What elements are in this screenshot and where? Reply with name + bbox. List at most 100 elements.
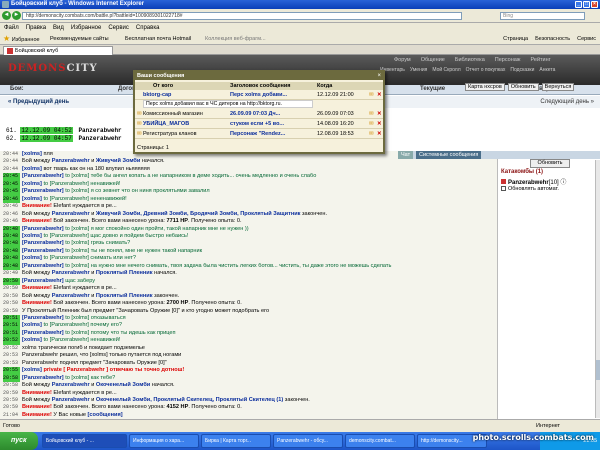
taskbar-item[interactable]: Бойцовский клуб - ... — [42, 434, 127, 448]
next-day-link[interactable]: Следующий день » — [540, 99, 594, 105]
nav-library[interactable]: Библиотека — [455, 57, 485, 63]
nav-scroll[interactable]: Мой Скролл — [432, 67, 460, 73]
chat-username[interactable]: [xolms] — [22, 233, 42, 239]
fav-link-hotmail[interactable]: Бесплатная почта Hotmail — [125, 33, 191, 45]
forward-button[interactable]: ► — [12, 11, 21, 20]
chat-username[interactable]: Panzerabwehr — [52, 397, 90, 403]
close-button[interactable]: × — [591, 1, 598, 8]
nav-chat[interactable]: Общение — [421, 57, 445, 63]
envelope-icon[interactable]: ✉ — [369, 110, 374, 119]
chat-username[interactable]: [сообщения] — [88, 412, 123, 418]
chat-username[interactable]: [Panzerabwehr] — [22, 173, 64, 179]
chat-username[interactable]: Panzerabwehr — [52, 293, 90, 299]
menu-edit[interactable]: Правка — [26, 25, 46, 31]
game-logo[interactable]: DEMONSCITY — [8, 63, 98, 74]
chat-username[interactable]: [xolms] — [22, 166, 42, 172]
chat-username[interactable]: Проклятый Пленник — [96, 270, 153, 276]
chat-username[interactable]: [Panzerabwehr] — [22, 315, 64, 321]
chat-username[interactable]: Panzerabwehr — [52, 382, 90, 388]
page-menu[interactable]: Страница — [503, 36, 528, 42]
message-row[interactable]: ✉ УБИЙЦА_МАГОВ стуком если +5 во... 14.0… — [135, 120, 383, 129]
chat-timestamp[interactable]: 20:45 — [3, 173, 20, 181]
chat-username[interactable]: [xolms] — [22, 151, 42, 157]
chat-scrollbar[interactable] — [595, 160, 600, 418]
chat-username[interactable]: Живучий Зомби, Древний Зомби, Бродячий З… — [96, 211, 301, 217]
message-row[interactable]: ✉ Регистратура кланов Персонаж "Rendez..… — [135, 130, 383, 139]
chat-username[interactable]: Живучий Зомби — [96, 158, 140, 164]
menu-file[interactable]: Файл — [4, 25, 19, 31]
player-entry[interactable]: Panzerabwehr[10] ⓘ — [501, 177, 566, 186]
chat-username[interactable]: [xolms] — [22, 181, 42, 187]
menu-tools[interactable]: Сервис — [108, 25, 129, 31]
taskbar-item[interactable]: demonscity.combat... — [345, 434, 415, 448]
chat-username[interactable]: [Panzerabwehr] — [22, 375, 64, 381]
chat-timestamp[interactable]: 20:55 — [3, 367, 20, 375]
minimize-button[interactable]: _ — [575, 1, 582, 8]
chat-username[interactable]: [xolms] — [22, 255, 42, 261]
prev-day-link[interactable]: « Предыдущий день — [8, 99, 69, 105]
chat-username[interactable]: [xolms] — [22, 322, 42, 328]
nav-purchases[interactable]: Отчет о покупках — [466, 67, 506, 73]
return-button[interactable]: Вернуться — [541, 83, 575, 91]
taskbar-item[interactable]: Бирка | Карта торг... — [201, 434, 271, 448]
chat-timestamp[interactable]: 20:50 — [3, 277, 20, 286]
chat-username[interactable]: [xolms] — [22, 367, 42, 373]
nav-rating[interactable]: Рейтинг — [530, 57, 550, 63]
chat-username[interactable]: Panzerabwehr — [52, 270, 90, 276]
chat-timestamp[interactable]: 20:48 — [3, 262, 20, 271]
nav-skills[interactable]: Умения — [410, 67, 427, 73]
maximize-button[interactable]: □ — [583, 1, 590, 8]
message-row[interactable]: ✉ Комиссионный магазин 26.09.09 07:03 Дч… — [135, 110, 383, 119]
popup-close-icon[interactable]: × — [377, 72, 381, 80]
chat-username[interactable]: [xolms] — [22, 337, 42, 343]
map-button[interactable]: Карта нхсров — [465, 83, 505, 91]
delete-icon[interactable]: ✕ — [377, 130, 382, 139]
message-row[interactable]: bktorg-cap Перс xolms добави... 12.12.09… — [135, 91, 383, 100]
tab-chat[interactable]: Чат — [398, 151, 414, 159]
chat-username[interactable]: Проклятый Пленник — [96, 293, 153, 299]
chat-timestamp[interactable]: 20:58 — [3, 374, 20, 383]
tab-system-messages[interactable]: Системные сообщения — [416, 151, 482, 159]
tab-fightclub[interactable]: Бойцовский клуб — [3, 46, 113, 55]
refresh-button[interactable]: Обновить — [530, 159, 570, 168]
chat-timestamp[interactable]: 20:48 — [3, 247, 20, 256]
address-input[interactable]: http://demonscity.combats.com/battle.pl?… — [22, 12, 462, 20]
chat-timestamp[interactable]: 20:48 — [3, 240, 20, 248]
scroll-thumb[interactable] — [596, 360, 600, 380]
fav-link-recommended[interactable]: Рекомендуемые сайты — [50, 33, 109, 45]
info-icon[interactable]: ⓘ — [560, 180, 566, 186]
start-button[interactable]: пуск — [0, 432, 38, 450]
chat-username[interactable]: Panzerabwehr — [52, 211, 90, 217]
chat-username[interactable]: [Panzerabwehr] — [22, 188, 64, 194]
chat-username[interactable]: [Panzerabwehr] — [22, 248, 64, 254]
battles-current[interactable]: Текущие — [420, 86, 445, 92]
chat-timestamp[interactable]: 20:48 — [3, 225, 20, 233]
chat-timestamp[interactable]: 20:45 — [3, 188, 20, 196]
nav-profile[interactable]: Анкета — [539, 67, 555, 73]
back-button[interactable]: ◄ — [2, 11, 11, 20]
taskbar-item[interactable]: Panzerabwehr - обсу... — [273, 434, 343, 448]
log-player[interactable]: Panzerabwehr — [78, 135, 121, 142]
safety-menu[interactable]: Безопасность — [535, 36, 570, 42]
auto-update-checkbox[interactable]: Обновлять автомат. — [501, 186, 559, 192]
chat-timestamp[interactable]: 20:45 — [3, 180, 20, 189]
delete-icon[interactable]: ✕ — [377, 110, 382, 119]
chat-timestamp[interactable]: 20:52 — [3, 337, 20, 345]
log-player[interactable]: Panzerabwehr — [78, 127, 121, 134]
nav-character[interactable]: Персонаж — [495, 57, 521, 63]
chat-timestamp[interactable]: 20:46 — [3, 195, 20, 204]
chat-timestamp[interactable]: 20:48 — [3, 232, 20, 241]
chat-username[interactable]: [Panzerabwehr] — [22, 240, 64, 246]
tools-menu[interactable]: Сервис — [577, 36, 596, 42]
chat-username[interactable]: [Panzerabwehr] — [22, 226, 64, 232]
nav-forum[interactable]: Форум — [394, 57, 411, 63]
chat-timestamp[interactable]: 20:51 — [3, 322, 20, 330]
search-input[interactable]: Bing — [500, 12, 585, 20]
taskbar-item[interactable]: Информация о хара... — [129, 434, 199, 448]
chat-username[interactable]: [Panzerabwehr] — [22, 330, 64, 336]
envelope-icon[interactable]: ✉ — [369, 91, 374, 100]
refresh-battle-button[interactable]: Обновить — [507, 83, 539, 91]
envelope-icon[interactable]: ✉ — [369, 120, 374, 129]
chat-timestamp[interactable]: 20:51 — [3, 314, 20, 323]
chat-username[interactable]: Panzerabwehr — [52, 158, 90, 164]
